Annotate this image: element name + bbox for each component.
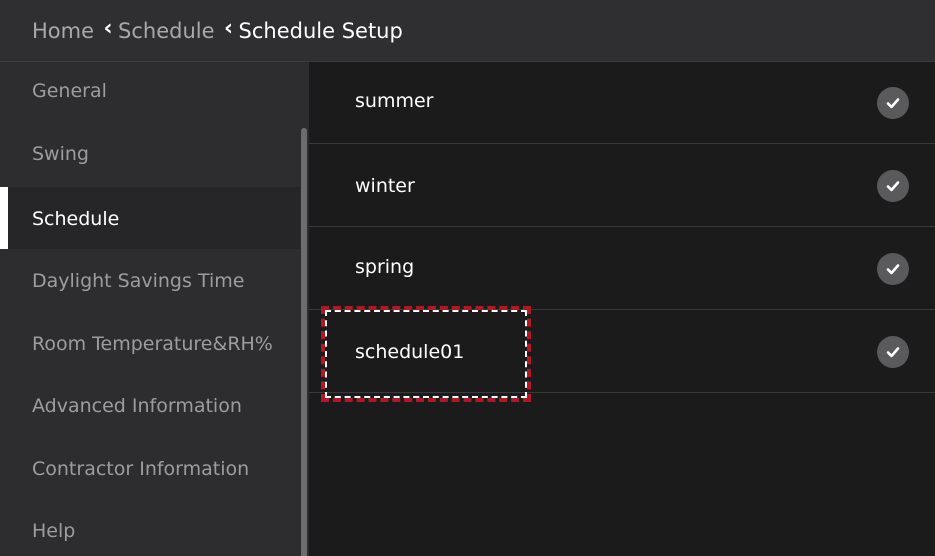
sidebar-item-help[interactable]: Help	[0, 500, 300, 556]
sidebar: General Swing Schedule Daylight Savings …	[0, 62, 309, 556]
schedule-list: summer winter spring schedule01	[309, 62, 935, 556]
check-icon[interactable]	[877, 169, 909, 202]
sidebar-item-label: Room Temperature&RH%	[32, 333, 273, 355]
sidebar-item-general[interactable]: General	[0, 62, 300, 124]
sidebar-item-label: Advanced Information	[32, 395, 242, 417]
list-item[interactable]: summer	[309, 62, 935, 144]
list-item[interactable]: spring	[309, 228, 935, 310]
sidebar-item-label: Contractor Information	[32, 458, 250, 480]
sidebar-scrollbar[interactable]	[301, 128, 307, 556]
sidebar-item-schedule[interactable]: Schedule	[0, 187, 300, 249]
sidebar-item-contractor-information[interactable]: Contractor Information	[0, 438, 300, 500]
breadcrumb-home[interactable]: Home	[32, 19, 94, 43]
check-icon[interactable]	[877, 335, 909, 368]
schedule-name: winter	[355, 174, 415, 197]
chevron-left-icon: ‹	[223, 16, 234, 41]
sidebar-item-swing[interactable]: Swing	[0, 125, 300, 187]
schedule-name: schedule01	[355, 340, 465, 363]
sidebar-item-advanced-information[interactable]: Advanced Information	[0, 375, 300, 437]
app-window: Home ‹ Schedule ‹ Schedule Setup General…	[0, 0, 935, 556]
page-title: Schedule Setup	[238, 18, 403, 43]
sidebar-item-label: Help	[32, 520, 76, 542]
list-item[interactable]: schedule01	[309, 311, 935, 393]
list-item[interactable]: winter	[309, 145, 935, 227]
chevron-left-icon: ‹	[103, 16, 113, 41]
schedule-name: summer	[355, 90, 434, 112]
sidebar-item-label: General	[32, 80, 107, 102]
sidebar-item-room-temperature-rh[interactable]: Room Temperature&RH%	[0, 313, 300, 375]
sidebar-item-label: Swing	[32, 143, 89, 165]
sidebar-item-label: Daylight Savings Time	[32, 270, 245, 292]
sidebar-item-label: Schedule	[32, 208, 120, 230]
breadcrumb-schedule[interactable]: Schedule	[118, 19, 215, 43]
schedule-name: spring	[355, 255, 415, 278]
sidebar-item-daylight-savings-time[interactable]: Daylight Savings Time	[0, 250, 300, 312]
check-icon[interactable]	[877, 86, 909, 119]
breadcrumb: Home ‹ Schedule ‹ Schedule Setup	[0, 0, 935, 62]
check-icon[interactable]	[877, 252, 909, 285]
